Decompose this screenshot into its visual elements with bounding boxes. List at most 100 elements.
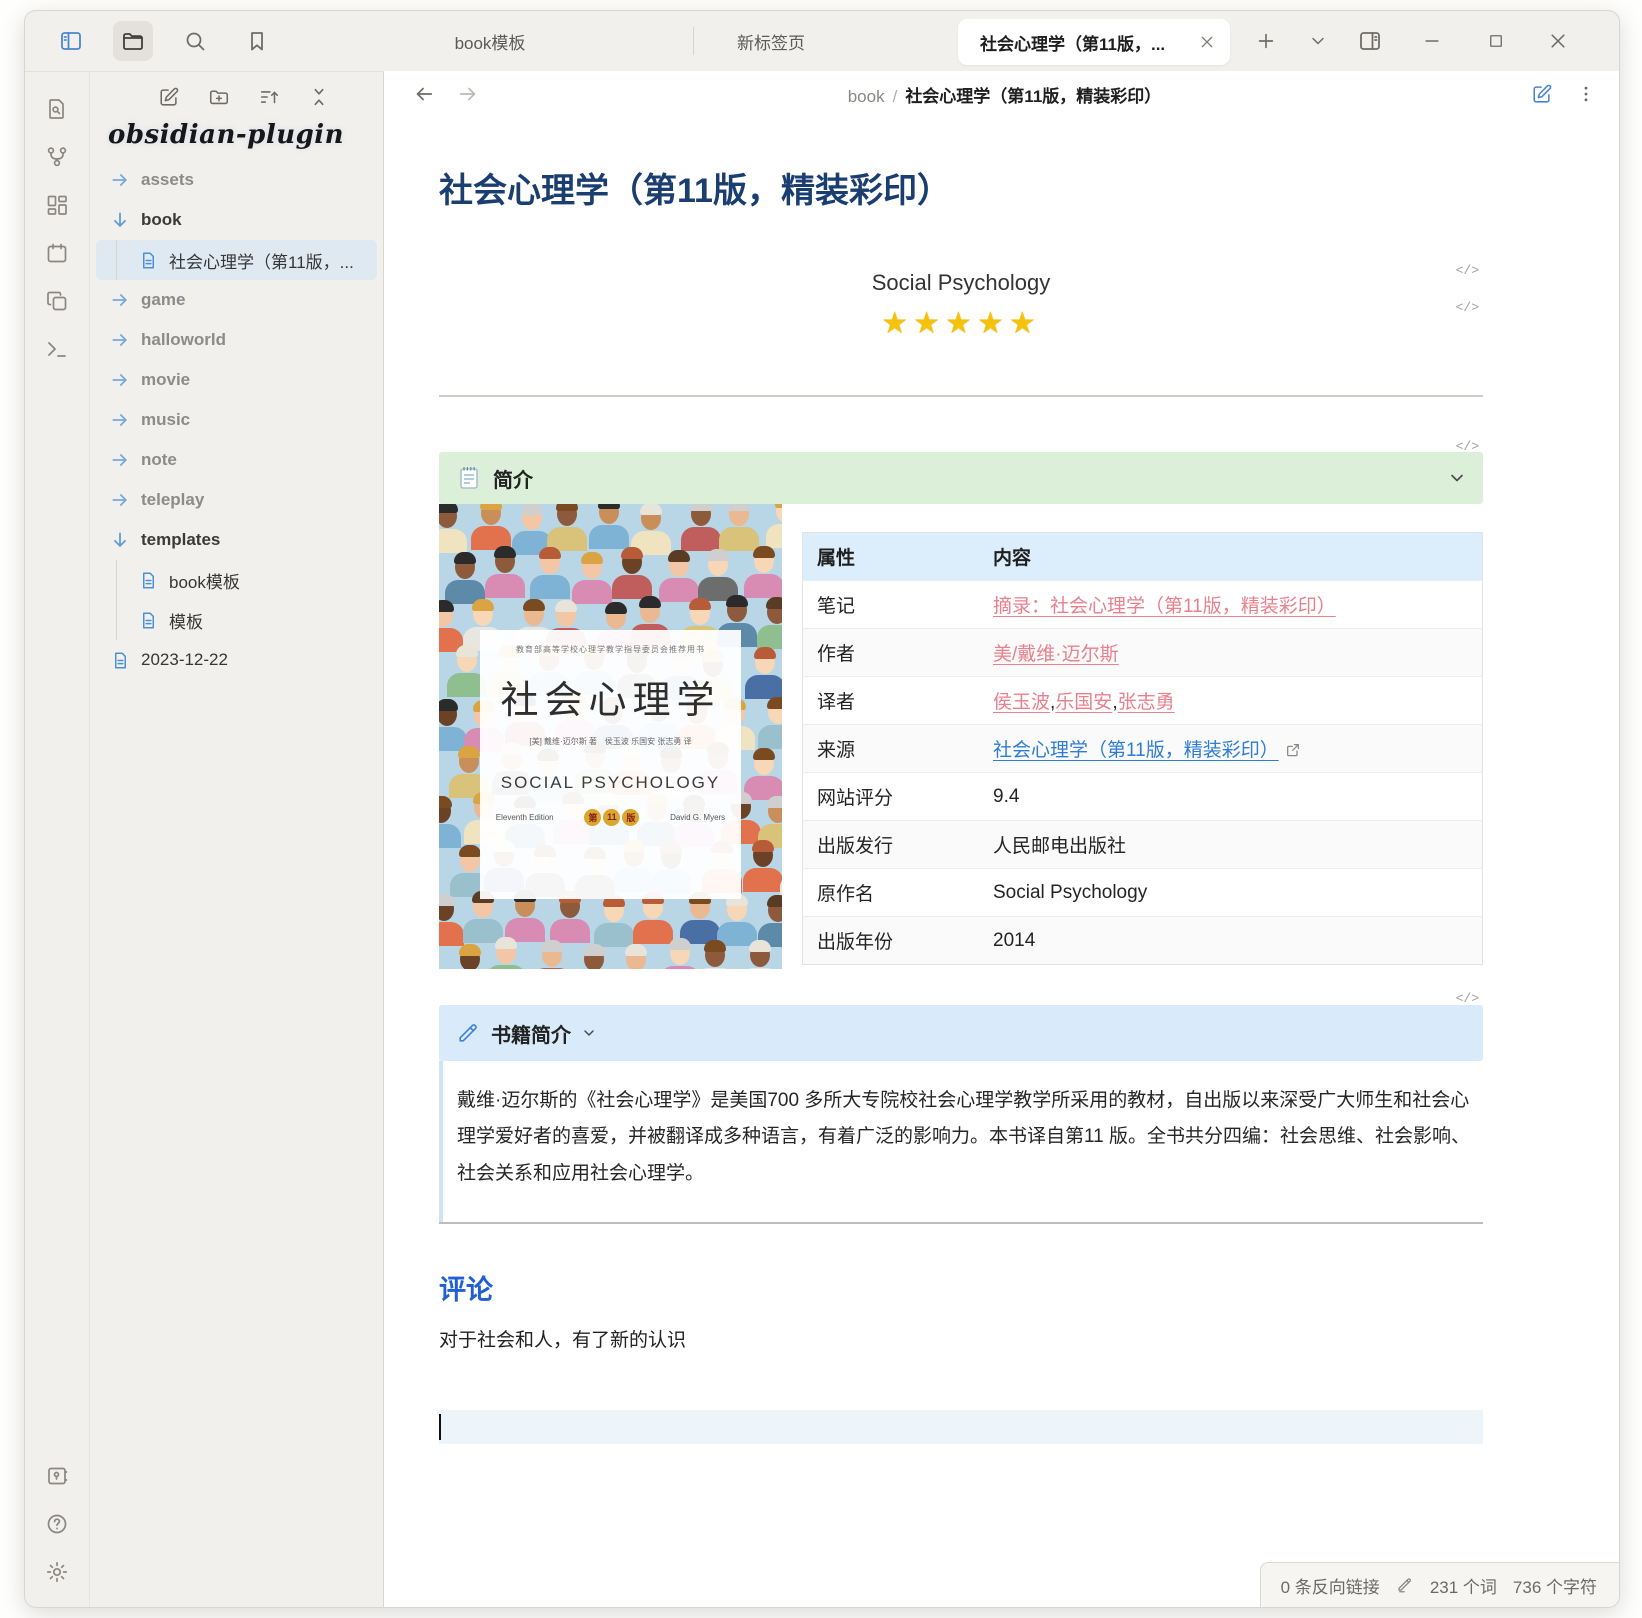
internal-link[interactable]: 乐国安 <box>1055 692 1112 713</box>
help-icon <box>45 1512 69 1536</box>
tree-file-daily-2023-12-22[interactable]: 2023-12-22 <box>96 640 377 680</box>
tree-folder-game[interactable]: game <box>96 280 377 320</box>
help-button[interactable] <box>38 1505 76 1543</box>
internal-link[interactable]: 美/戴维·迈尔斯 <box>993 644 1119 665</box>
new-folder-button[interactable] <box>206 84 232 110</box>
file-tree: assetsbook社会心理学（第11版，...gamehalloworldmo… <box>90 154 383 680</box>
sort-order-button[interactable] <box>256 84 282 110</box>
property-label: 出版发行 <box>803 821 980 869</box>
edition-badge-coin: 第 <box>584 809 601 826</box>
tree-folder-music[interactable]: music <box>96 400 377 440</box>
tree-folder-teleplay[interactable]: teleplay <box>96 480 377 520</box>
cover-edition-badge: 第11版 <box>584 809 639 826</box>
collapse-all-button[interactable] <box>306 84 332 110</box>
search-view-button[interactable] <box>175 21 215 61</box>
notepad-icon <box>457 465 481 491</box>
folder-plus-icon <box>208 86 230 108</box>
edit-block-icon[interactable]: </> <box>1456 300 1479 315</box>
tree-folder-book[interactable]: book <box>96 200 377 240</box>
edit-mode-toggle-button[interactable] <box>1527 79 1557 109</box>
tab-list-button[interactable] <box>1298 21 1338 61</box>
property-value: Social Psychology <box>979 869 1483 917</box>
external-link-icon <box>1285 742 1301 758</box>
copy-icon <box>45 289 69 313</box>
tree-folder-halloworld[interactable]: halloworld <box>96 320 377 360</box>
terminal-button[interactable] <box>38 330 76 368</box>
sort-icon <box>258 86 280 108</box>
graph-icon <box>45 145 69 169</box>
quick-switcher-button[interactable] <box>38 90 76 128</box>
tab-close-button[interactable] <box>1192 27 1222 57</box>
cover-person-figure <box>744 542 782 598</box>
edit-block-icon[interactable]: </> <box>1456 991 1479 1006</box>
right-sidebar-toggle-button[interactable] <box>1350 21 1390 61</box>
tree-file-template[interactable]: 模板 <box>96 600 377 640</box>
collapse-chevron-icon[interactable] <box>581 1025 597 1041</box>
collapse-chevron-icon[interactable] <box>1447 468 1467 488</box>
edition-badge-coin: 11 <box>603 809 620 826</box>
files-view-button[interactable] <box>113 21 153 61</box>
tree-file-note-social-psychology[interactable]: 社会心理学（第11版，... <box>96 240 377 280</box>
vault-switcher-button[interactable] <box>38 1457 76 1495</box>
window-minimize-button[interactable] <box>1412 21 1452 61</box>
internal-link[interactable]: 摘录：社会心理学（第11版，精装彩印） <box>993 596 1336 617</box>
tree-folder-templates[interactable]: templates <box>96 520 377 560</box>
tree-item-label: music <box>141 410 190 430</box>
property-label: 笔记 <box>803 581 980 629</box>
document-icon <box>108 648 132 672</box>
panel-right-icon <box>1358 29 1382 53</box>
property-value: 美/戴维·迈尔斯 <box>979 629 1483 677</box>
cover-edition-left: Eleventh Edition <box>496 813 554 822</box>
star-icon: ★ <box>977 307 1009 340</box>
bookmarks-view-button[interactable] <box>237 21 277 61</box>
word-count[interactable]: 231 个词 <box>1430 1573 1497 1598</box>
more-options-button[interactable] <box>1571 79 1601 109</box>
cover-person-figure <box>616 940 656 969</box>
property-row: 原作名Social Psychology <box>803 869 1483 917</box>
edit-icon <box>158 86 180 108</box>
external-link[interactable]: 社会心理学（第11版，精装彩印） <box>993 740 1279 761</box>
insert-template-button[interactable] <box>38 282 76 320</box>
graph-view-button[interactable] <box>38 138 76 176</box>
tree-file-book-template[interactable]: book模板 <box>96 560 377 600</box>
properties-table-body: 笔记摘录：社会心理学（第11版，精装彩印）作者美/戴维·迈尔斯译者侯玉波,乐国安… <box>803 581 1483 965</box>
daily-note-button[interactable] <box>38 234 76 272</box>
internal-link[interactable]: 侯玉波 <box>993 692 1050 713</box>
cover-person-figure <box>574 940 614 969</box>
tab-new[interactable]: 新标签页 <box>701 11 841 71</box>
backlinks-count[interactable]: 0 条反向链接 <box>1281 1573 1380 1598</box>
tree-folder-movie[interactable]: movie <box>96 360 377 400</box>
window-maximize-button[interactable] <box>1476 21 1516 61</box>
window-close-button[interactable] <box>1538 21 1578 61</box>
property-row: 作者美/戴维·迈尔斯 <box>803 629 1483 677</box>
property-value: 人民邮电出版社 <box>979 821 1483 869</box>
property-label: 作者 <box>803 629 980 677</box>
cover-top-line: 教育部高等学校心理学教学指导委员会推荐用书 <box>516 644 705 655</box>
property-value: 摘录：社会心理学（第11版，精装彩印） <box>979 581 1483 629</box>
nav-back-button[interactable] <box>410 80 438 108</box>
arrow-right-icon <box>108 288 132 312</box>
internal-link[interactable]: 张志勇 <box>1118 692 1175 713</box>
breadcrumb-current[interactable]: 社会心理学（第11版，精装彩印） <box>905 87 1161 106</box>
nav-forward-button[interactable] <box>454 80 482 108</box>
ribbon <box>25 71 90 1607</box>
plus-icon <box>1255 30 1277 52</box>
edit-block-icon[interactable]: </> <box>1456 263 1479 278</box>
tree-folder-assets[interactable]: assets <box>96 160 377 200</box>
vault-title[interactable]: obsidian-plugin <box>90 110 383 154</box>
tab-active-social-psychology[interactable]: 社会心理学（第11版，... <box>958 19 1230 65</box>
tab-book-template[interactable]: book模板 <box>385 11 595 71</box>
vault-icon <box>45 1464 69 1488</box>
new-note-button[interactable] <box>156 84 182 110</box>
breadcrumb-parent[interactable]: book <box>848 87 885 106</box>
char-count[interactable]: 736 个字符 <box>1513 1573 1597 1598</box>
book-intro-header[interactable]: 书籍简介 <box>439 1005 1483 1061</box>
text-caret <box>439 1414 441 1440</box>
new-tab-button[interactable] <box>1246 21 1286 61</box>
intro-section-header[interactable]: 简介 <box>439 452 1483 504</box>
tree-folder-note[interactable]: note <box>96 440 377 480</box>
active-editor-line[interactable] <box>439 1410 1483 1444</box>
left-sidebar-toggle-button[interactable] <box>51 21 91 61</box>
canvas-button[interactable] <box>38 186 76 224</box>
settings-button[interactable] <box>38 1553 76 1591</box>
